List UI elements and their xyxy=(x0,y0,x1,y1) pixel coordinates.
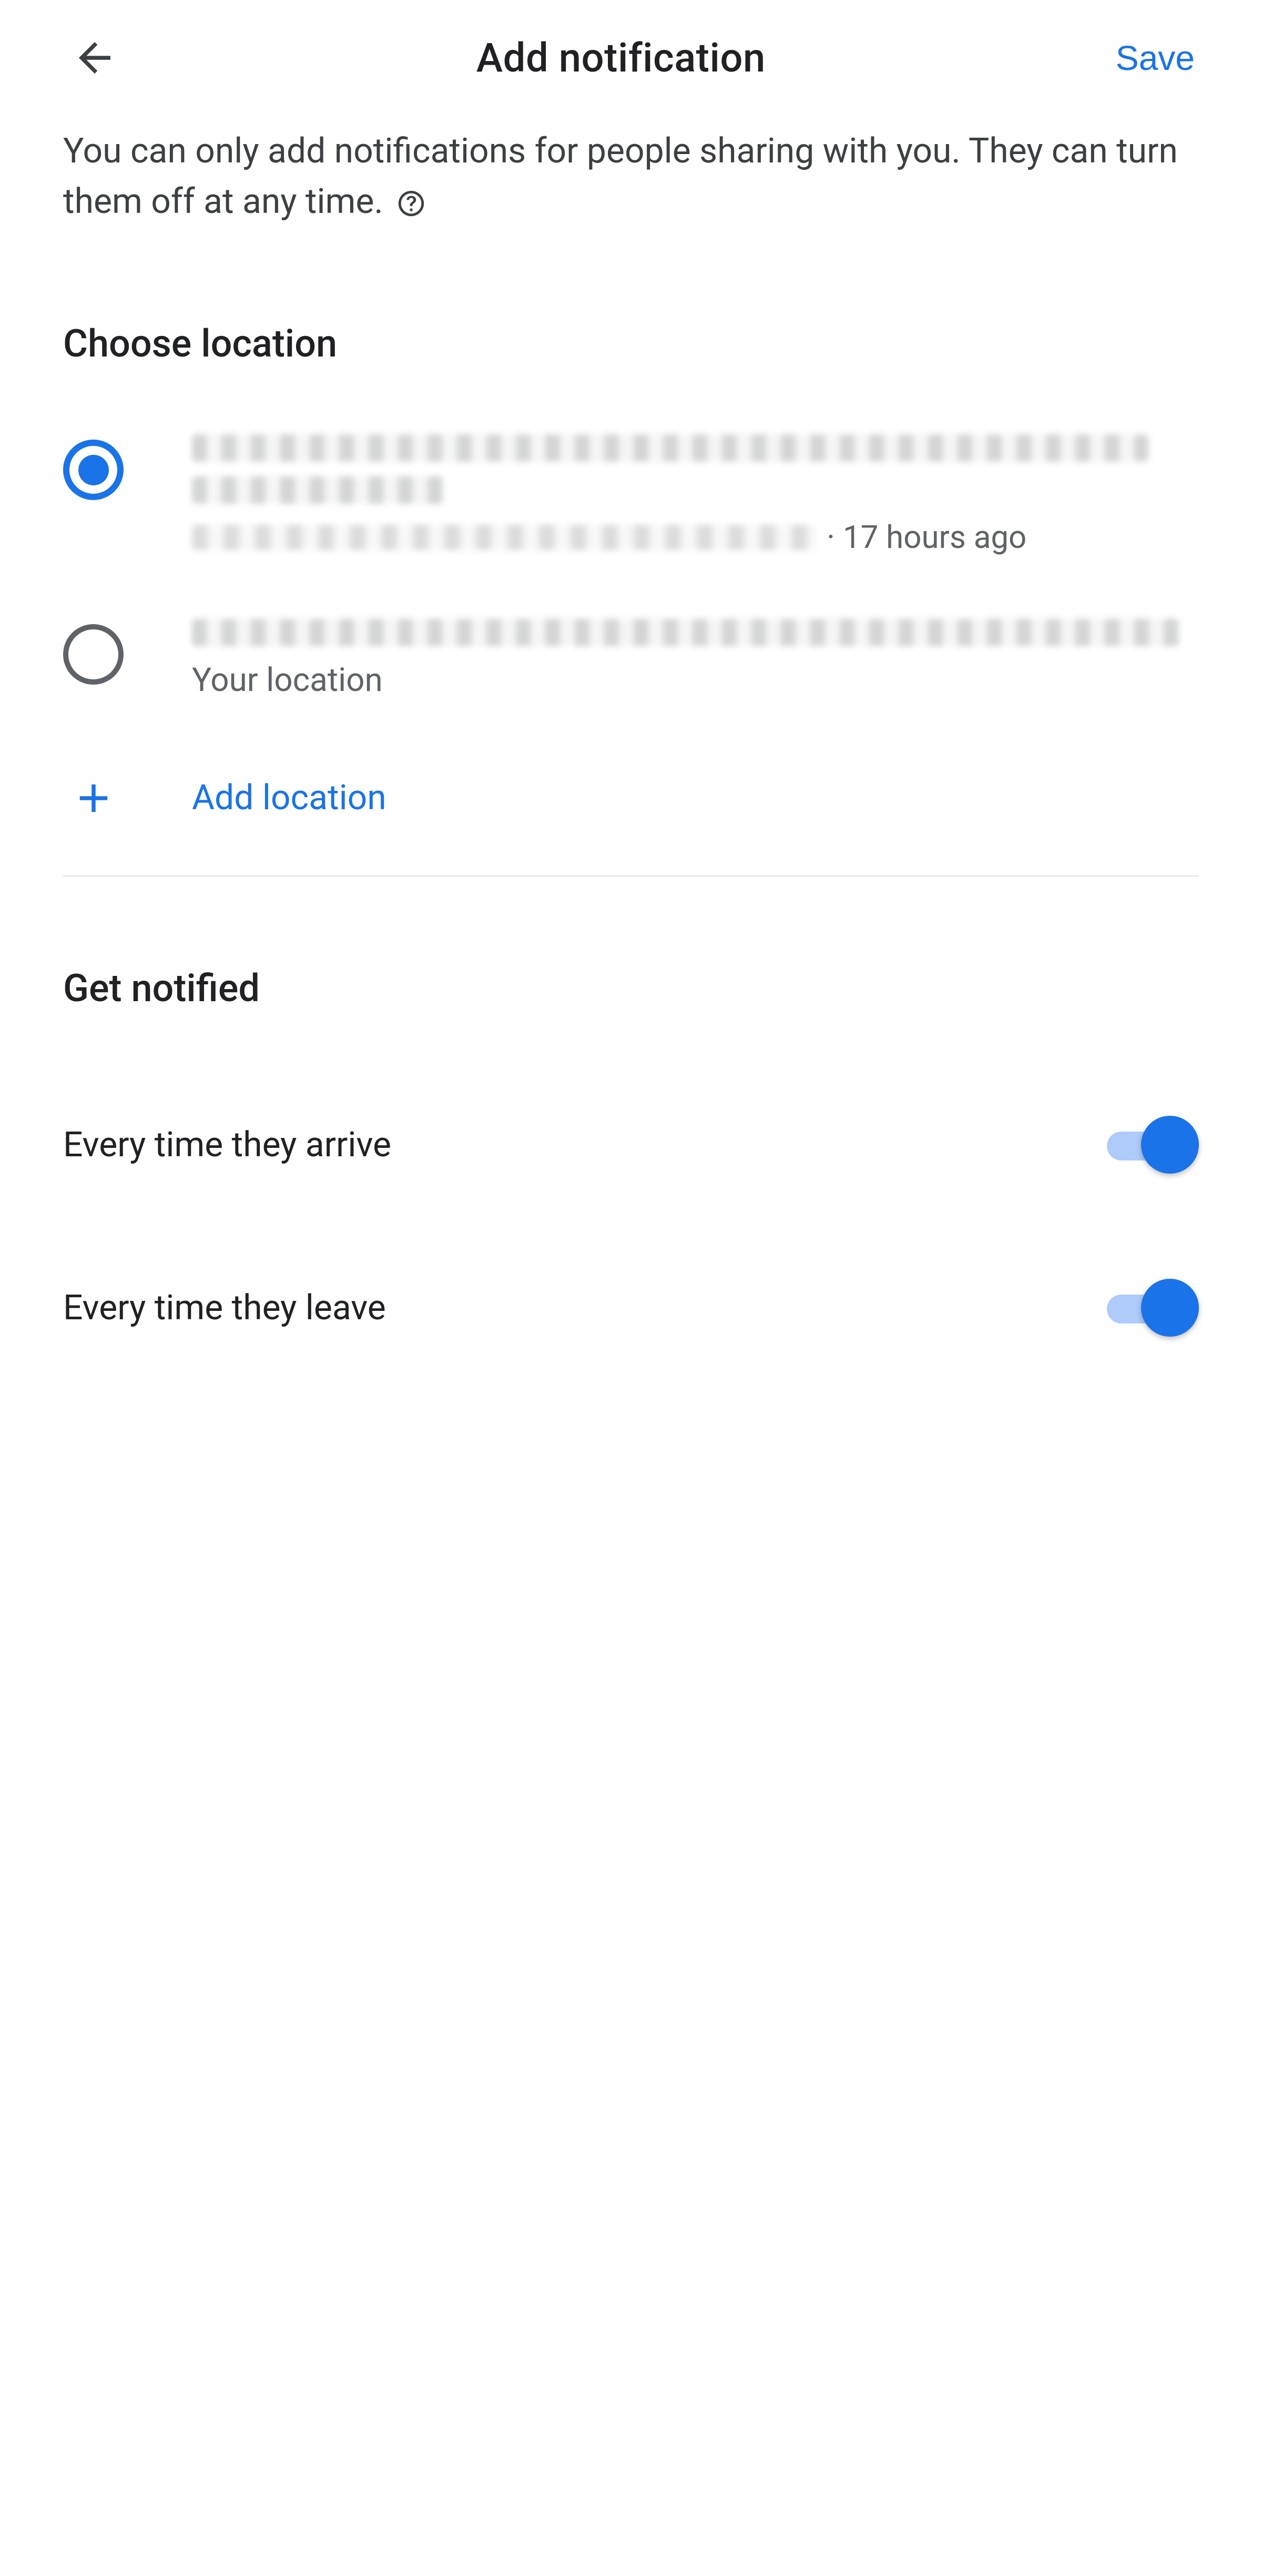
redacted-address-line xyxy=(192,525,816,550)
your-location-label: Your location xyxy=(192,661,1199,699)
toggle-row-arrive: Every time they arrive xyxy=(63,1011,1199,1174)
help-button[interactable] xyxy=(396,188,426,219)
page-title: Add notification xyxy=(126,34,1116,82)
description-content: You can only add notifications for peopl… xyxy=(63,131,1178,222)
plus-icon xyxy=(63,768,124,828)
redacted-address-line xyxy=(192,434,1148,462)
arrow-left-icon xyxy=(71,34,118,82)
add-location-button[interactable]: Add location xyxy=(63,731,1199,875)
redacted-address-line xyxy=(192,619,1179,646)
description-text: You can only add notifications for peopl… xyxy=(0,116,1262,227)
radio-selected[interactable] xyxy=(63,440,124,500)
toggle-switch-leave[interactable] xyxy=(1107,1279,1199,1337)
redacted-address-line xyxy=(192,476,444,504)
toggle-label: Every time they leave xyxy=(63,1288,386,1328)
location-option-body: Your location xyxy=(192,619,1199,699)
choose-location-title: Choose location xyxy=(0,227,1262,371)
switch-thumb xyxy=(1141,1116,1199,1174)
toggle-row-leave: Every time they leave xyxy=(63,1174,1199,1337)
back-button[interactable] xyxy=(63,26,126,89)
location-timestamp: · 17 hours ago xyxy=(827,518,1026,556)
location-options: · 17 hours ago Your location Add locat xyxy=(0,371,1262,875)
toggle-label: Every time they arrive xyxy=(63,1125,391,1165)
switch-thumb xyxy=(1141,1279,1199,1337)
radio-unselected[interactable] xyxy=(63,624,124,685)
location-option[interactable]: Your location xyxy=(63,587,1199,731)
save-button[interactable]: Save xyxy=(1116,38,1199,78)
toggle-switch-arrive[interactable] xyxy=(1107,1116,1199,1174)
help-circle-icon xyxy=(396,188,426,219)
location-option-body: · 17 hours ago xyxy=(192,434,1199,556)
get-notified-title: Get notified xyxy=(63,877,1199,1011)
app-header: Add notification Save xyxy=(0,0,1262,116)
add-location-label: Add location xyxy=(192,778,386,818)
location-option[interactable]: · 17 hours ago xyxy=(63,403,1199,587)
